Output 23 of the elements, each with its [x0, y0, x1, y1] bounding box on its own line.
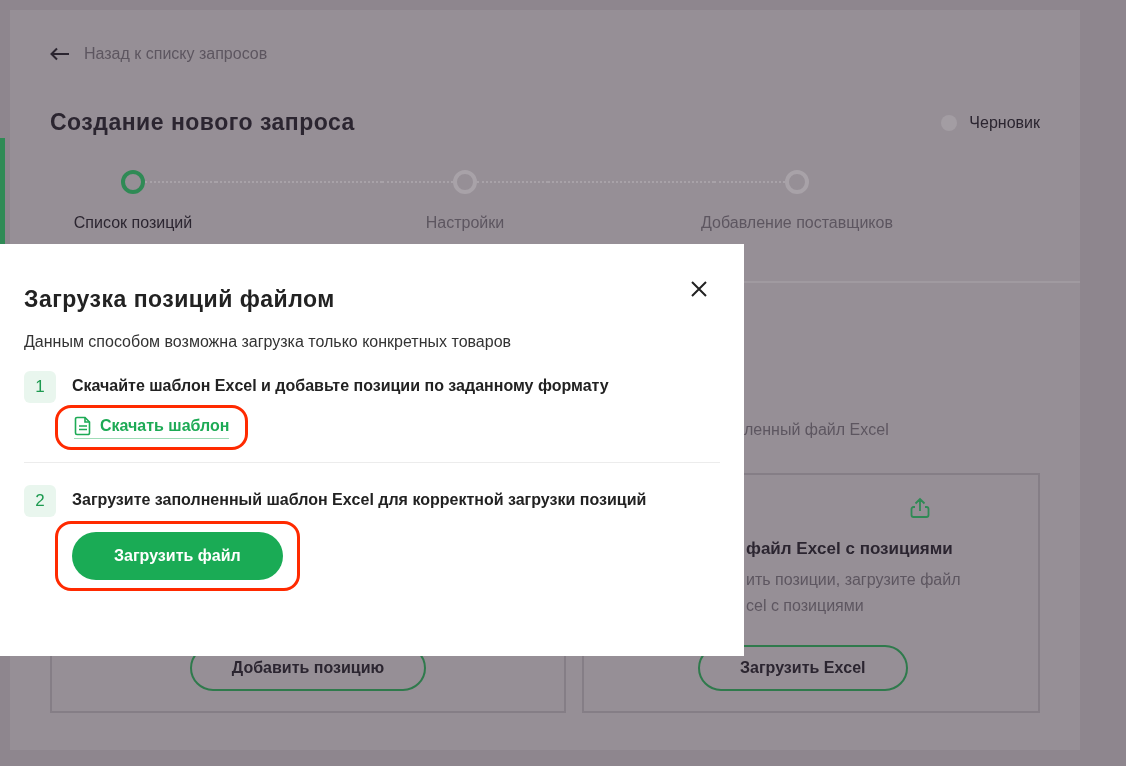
close-icon — [690, 280, 708, 298]
step-instruction: Загрузите заполненный шаблон Excel для корректной загрузки позиций — [72, 490, 647, 510]
step-number: 1 — [24, 371, 56, 403]
card-description: ить позиции, загрузите файл — [746, 570, 962, 590]
close-button[interactable] — [690, 280, 708, 298]
section-hint: ленный файл Excel — [744, 421, 890, 439]
upload-icon — [909, 497, 931, 519]
card-description: cel с позициями — [746, 596, 865, 616]
upload-file-button[interactable]: Загрузить файл — [72, 532, 283, 580]
download-template-link[interactable]: Скачать шаблон — [74, 416, 230, 439]
dialog-subtitle: Данным способом возможна загрузка только конкретных товаров — [24, 333, 513, 351]
step-label[interactable]: Добавление поставщиков — [701, 214, 893, 232]
step-number: 2 — [24, 485, 56, 517]
document-icon — [74, 416, 92, 436]
step-label[interactable]: Настройки — [425, 214, 505, 232]
back-link[interactable]: Назад к списку запросов — [84, 45, 268, 63]
dialog-title: Загрузка позиций файлом — [24, 286, 335, 313]
step-instruction: Скачайте шаблон Excel и добавьте позиции по заданному формату — [72, 376, 609, 396]
status-label: Черновик — [969, 113, 1040, 132]
page-title: Создание нового запроса — [50, 109, 355, 136]
back-arrow-icon[interactable] — [50, 47, 70, 61]
step-label[interactable]: Список позиций — [73, 214, 193, 232]
card-title: файл Excel с позициями — [746, 539, 954, 559]
